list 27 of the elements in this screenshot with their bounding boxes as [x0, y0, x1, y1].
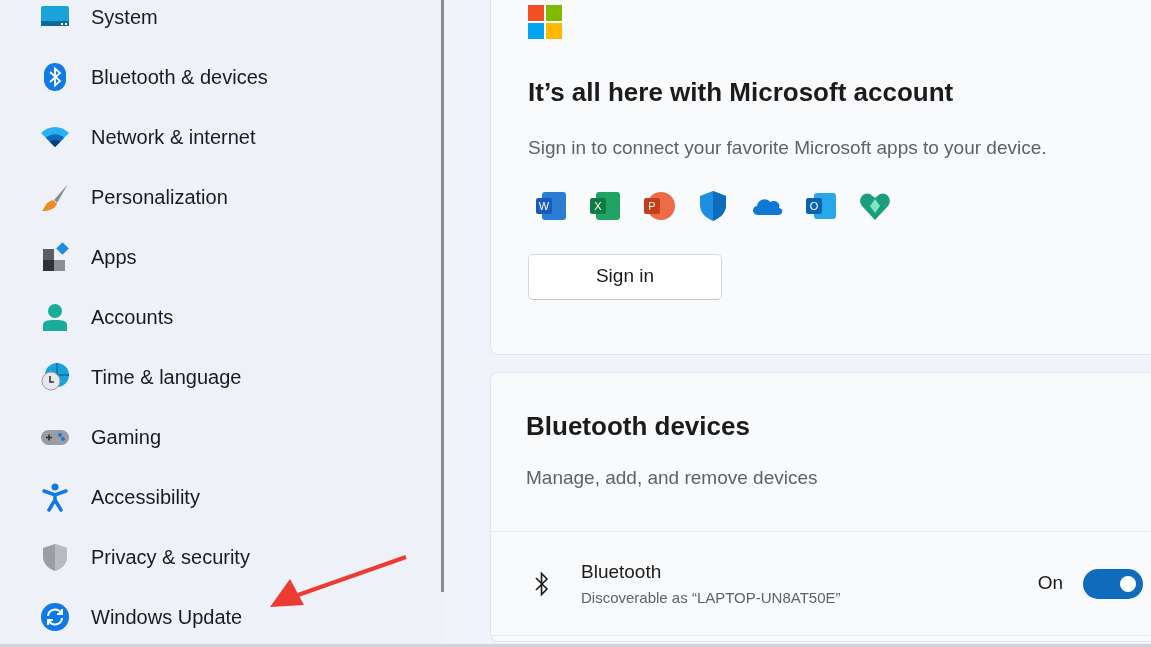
sync-icon [40, 602, 70, 632]
sidebar-item[interactable]: Accessibility [0, 467, 441, 527]
card-subtitle: Sign in to connect your favorite Microsoft apps to your device. [528, 136, 1048, 161]
sign-in-button[interactable]: Sign in [528, 253, 722, 300]
sidebar-item[interactable]: Network & internet [0, 107, 441, 167]
bluetooth-toggle[interactable] [1083, 568, 1143, 599]
globe-clock-icon [40, 362, 70, 392]
person-icon [40, 302, 70, 332]
sidebar-item[interactable]: Privacy & security [0, 527, 441, 587]
apps-grid-icon [40, 242, 70, 272]
card-title: Bluetooth devices [526, 411, 751, 443]
sidebar-item[interactable]: System [0, 0, 441, 47]
sidebar-item[interactable]: Accounts [0, 287, 441, 347]
shield-icon [40, 542, 70, 572]
accessibility-person-icon [40, 482, 70, 512]
setting-description: Discoverable as “LAPTOP-UN8AT50E” [581, 587, 842, 608]
sidebar-item[interactable]: Personalization [0, 167, 441, 227]
sidebar-item[interactable]: Gaming [0, 407, 441, 467]
sidebar-item[interactable]: Apps [0, 227, 441, 287]
microsoft-logo-icon [528, 5, 562, 39]
card-title: It’s all here with Microsoft account [528, 77, 955, 109]
bluetooth-icon [535, 570, 549, 597]
setting-title: Bluetooth [581, 560, 663, 584]
toggle-state-label: On [1037, 571, 1063, 596]
sidebar-item[interactable]: Time & language [0, 347, 441, 407]
card-subtitle: Manage, add, and remove devices [526, 466, 819, 491]
sidebar-item[interactable]: Bluetooth & devices [0, 47, 441, 107]
